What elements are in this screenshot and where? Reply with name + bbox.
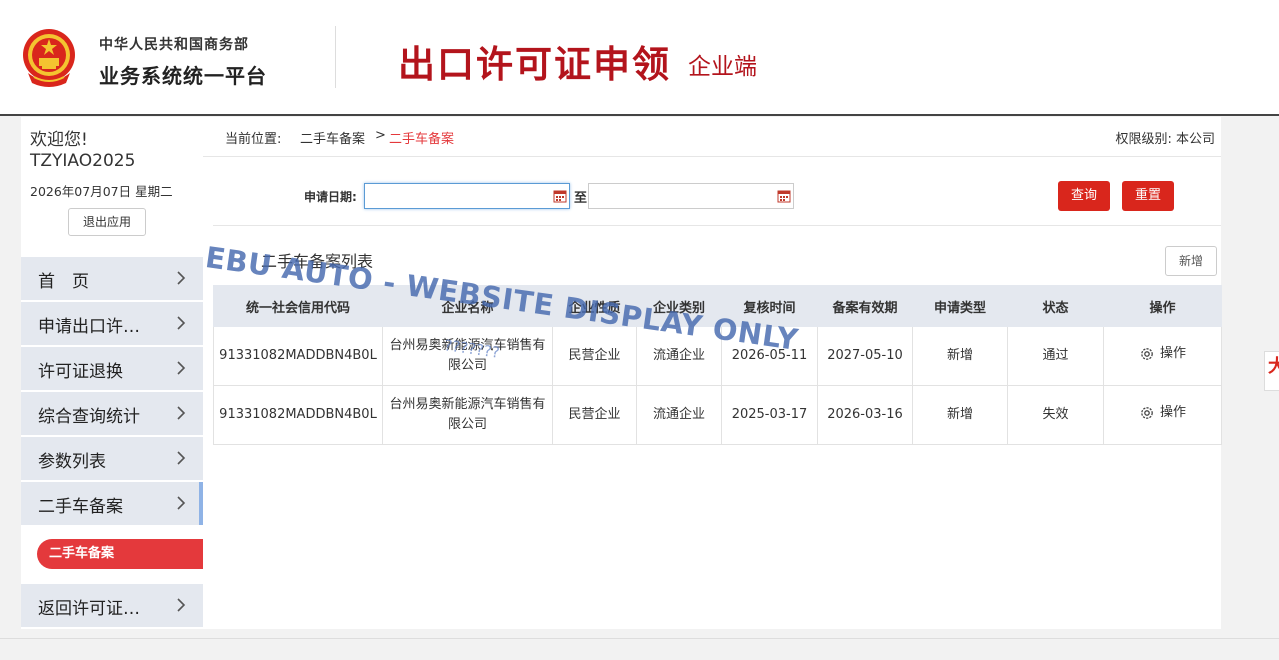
column-header: 复核时间 <box>721 285 818 327</box>
cell-credit-code: 91331082MADDBN4B0L <box>213 326 383 386</box>
chevron-right-icon <box>177 271 186 285</box>
cell-status: 失效 <box>1007 385 1104 445</box>
gear-icon <box>1141 347 1153 360</box>
operate-label: 操作 <box>1159 345 1186 361</box>
cell-company-name: 台州易奥新能源汽车销售有限公司 <box>382 326 553 386</box>
column-header: 企业性质 <box>552 285 637 327</box>
column-header: 备案有效期 <box>817 285 913 327</box>
cell-company-nature: 民营企业 <box>552 326 637 386</box>
gear-icon <box>1141 406 1153 419</box>
cell-apply-type: 新增 <box>912 326 1008 386</box>
end-date-input[interactable] <box>588 183 794 209</box>
sidebar-item-license-exchange[interactable]: 许可证退换 <box>21 347 203 390</box>
header-divider <box>335 26 336 88</box>
sidebar-item-label: 申请出口许… <box>38 317 140 337</box>
app-title: 出口许可证申领 <box>398 43 671 86</box>
cell-valid-until: 2027-05-10 <box>817 326 913 386</box>
column-header: 申请类型 <box>912 285 1008 327</box>
cell-action: 操作 <box>1103 326 1222 386</box>
breadcrumb: 当前位置: 二手车备案 > 二手车备案 权限级别: 本公司 <box>203 117 1221 157</box>
breadcrumb-label: 当前位置: <box>225 132 282 147</box>
platform-name: 业务系统统一平台 <box>99 64 267 88</box>
chevron-right-icon <box>177 316 186 330</box>
calendar-icon[interactable] <box>777 189 791 203</box>
breadcrumb-link[interactable]: 二手车备案 <box>300 128 365 147</box>
cell-company-name: 台州易奥新能源汽车销售有限公司 <box>382 385 553 445</box>
permission-level: 权限级别: 本公司 <box>1115 132 1215 147</box>
logout-button[interactable]: 退出应用 <box>68 208 146 236</box>
column-header: 操作 <box>1103 285 1222 327</box>
operate-label: 操作 <box>1159 404 1186 420</box>
filing-table: 统一社会信用代码 企业名称 企业性质 企业类别 复核时间 备案有效期 申请类型 … <box>213 285 1222 445</box>
breadcrumb-separator: > <box>375 128 386 143</box>
cell-company-category: 流通企业 <box>636 385 722 445</box>
cell-status: 通过 <box>1007 326 1104 386</box>
apply-date-label: 申请日期: <box>304 190 357 204</box>
footer-divider <box>0 638 1279 639</box>
chevron-right-icon <box>177 496 186 510</box>
sidebar-item-label: 返回许可证… <box>38 599 140 619</box>
welcome-text: 欢迎您! <box>30 130 88 150</box>
sidebar-item-label: 许可证退换 <box>38 362 123 382</box>
sidebar-item-return-license[interactable]: 返回许可证… <box>21 584 203 627</box>
table-row: 91331082MADDBN4B0L 台州易奥新能源汽车销售有限公司 民营企业 … <box>213 326 1222 386</box>
username: TZYIAO2025 <box>30 151 136 171</box>
operate-button[interactable]: 操作 <box>1139 344 1186 364</box>
chevron-right-icon <box>177 406 186 420</box>
submenu: 二手车备案 <box>21 527 203 583</box>
ministry-name: 中华人民共和国商务部 <box>99 37 249 53</box>
cell-action: 操作 <box>1103 385 1222 445</box>
cell-review-time: 2026-05-11 <box>721 326 818 386</box>
list-title: 二手车备案列表 <box>261 252 374 271</box>
cell-credit-code: 91331082MADDBN4B0L <box>213 385 383 445</box>
side-float-tab[interactable]: 大 <box>1264 351 1279 391</box>
add-button[interactable]: 新增 <box>1165 246 1217 276</box>
sidebar-item-apply-export-license[interactable]: 申请出口许… <box>21 302 203 345</box>
app-header: 中华人民共和国商务部 业务系统统一平台 出口许可证申领 企业端 <box>0 0 1279 116</box>
column-header: 统一社会信用代码 <box>213 285 383 327</box>
sidebar: 欢迎您! TZYIAO2025 2026年07月07日 星期二 退出应用 首 页… <box>21 117 203 629</box>
cell-apply-type: 新增 <box>912 385 1008 445</box>
main-content: 当前位置: 二手车备案 > 二手车备案 权限级别: 本公司 申请日期: 至 查询… <box>203 117 1222 629</box>
sidebar-item-label: 综合查询统计 <box>38 407 140 427</box>
table-row: 91331082MADDBN4B0L 台州易奥新能源汽车销售有限公司 民营企业 … <box>213 385 1222 445</box>
chevron-right-icon <box>177 451 186 465</box>
chevron-right-icon <box>177 598 186 612</box>
table-header-row: 统一社会信用代码 企业名称 企业性质 企业类别 复核时间 备案有效期 申请类型 … <box>213 285 1222 327</box>
app-subtitle: 企业端 <box>688 54 757 80</box>
sidebar-item-label: 首 页 <box>38 272 89 292</box>
sidebar-item-parameters[interactable]: 参数列表 <box>21 437 203 480</box>
cell-company-nature: 民营企业 <box>552 385 637 445</box>
national-emblem-icon <box>23 29 75 87</box>
operate-button[interactable]: 操作 <box>1139 403 1186 423</box>
start-date-input[interactable] <box>364 183 570 209</box>
column-header: 状态 <box>1007 285 1104 327</box>
column-header: 企业类别 <box>636 285 722 327</box>
column-header: 企业名称 <box>382 285 553 327</box>
reset-button[interactable]: 重置 <box>1122 181 1174 211</box>
cell-company-category: 流通企业 <box>636 326 722 386</box>
calendar-icon[interactable] <box>553 189 567 203</box>
chevron-right-icon <box>177 361 186 375</box>
submenu-item-used-car-filing[interactable]: 二手车备案 <box>37 539 203 569</box>
query-button[interactable]: 查询 <box>1058 181 1110 211</box>
sidebar-item-label: 参数列表 <box>38 452 106 472</box>
cell-review-time: 2025-03-17 <box>721 385 818 445</box>
sidebar-item-used-car-filing[interactable]: 二手车备案 <box>21 482 203 525</box>
divider <box>213 225 1221 226</box>
sidebar-item-label: 二手车备案 <box>38 497 123 517</box>
side-tab-glyph: 大 <box>1268 356 1279 377</box>
current-date: 2026年07月07日 星期二 <box>30 184 173 199</box>
date-range-separator: 至 <box>574 191 588 206</box>
breadcrumb-current: 二手车备案 <box>389 132 455 147</box>
sidebar-item-query-stats[interactable]: 综合查询统计 <box>21 392 203 435</box>
sidebar-item-home[interactable]: 首 页 <box>21 257 203 300</box>
cell-valid-until: 2026-03-16 <box>817 385 913 445</box>
